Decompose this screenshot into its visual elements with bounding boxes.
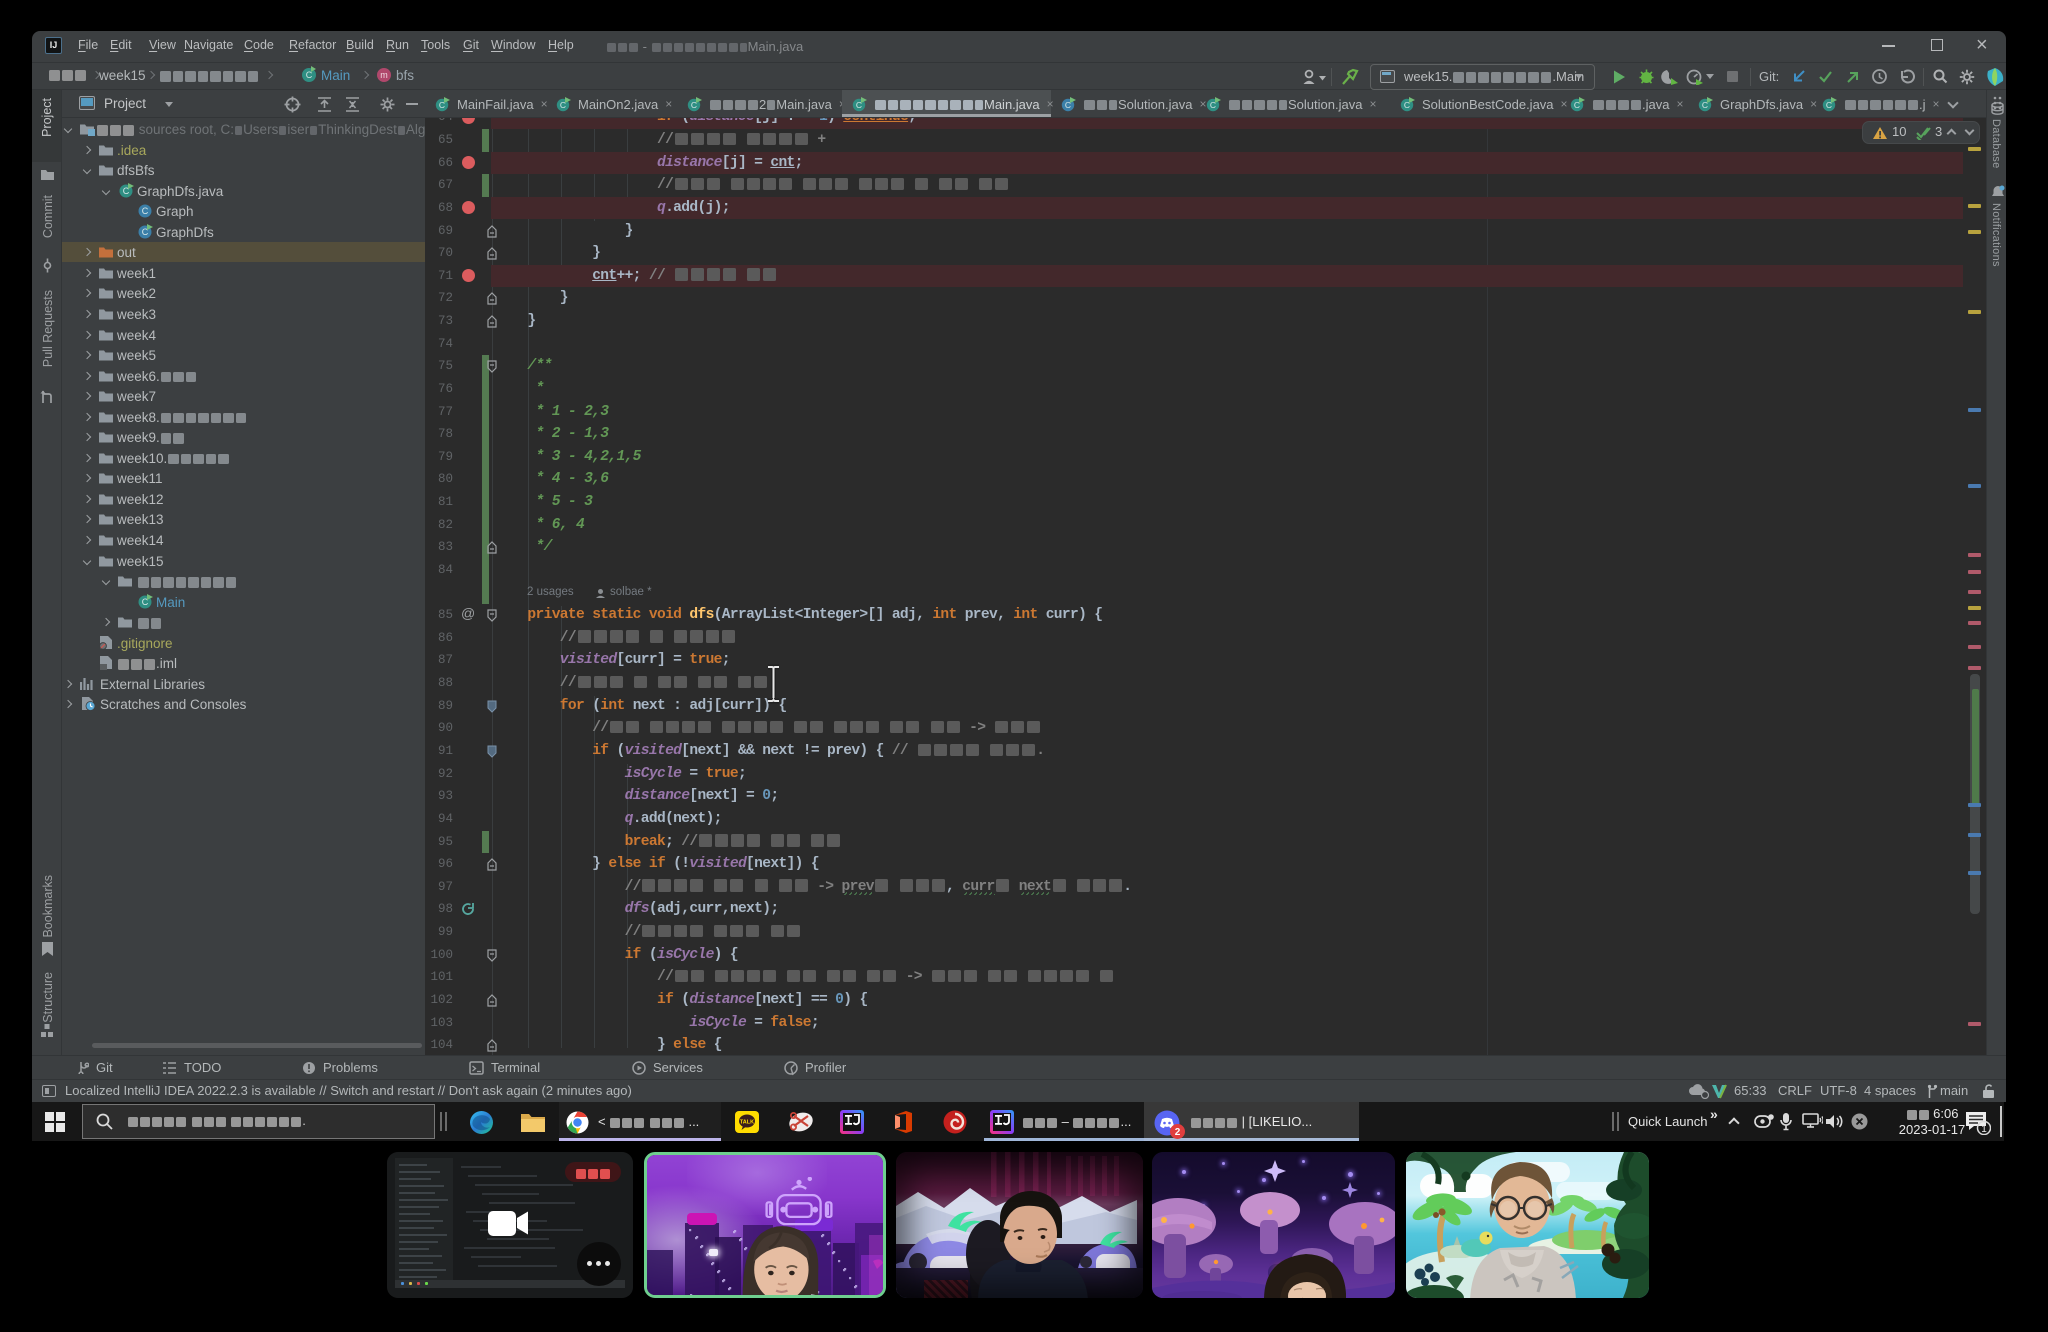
svg-text:2: 2 bbox=[1175, 1127, 1181, 1138]
svg-text:C: C bbox=[142, 206, 149, 216]
svg-text:TALK: TALK bbox=[740, 1120, 754, 1126]
svg-text:1: 1 bbox=[1981, 1124, 1987, 1135]
